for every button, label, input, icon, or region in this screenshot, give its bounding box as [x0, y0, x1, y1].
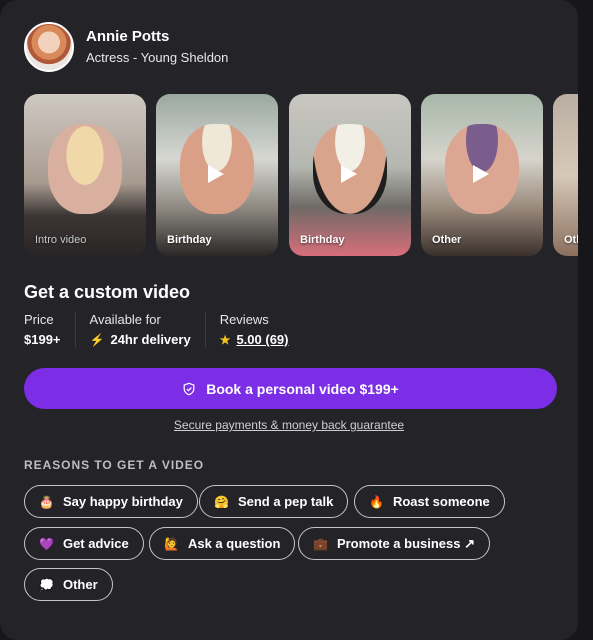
raised-hand-icon: 🙋: [164, 536, 179, 551]
talent-subtitle: Actress - Young Sheldon: [86, 49, 229, 65]
reviews-label: Reviews: [219, 312, 269, 327]
reasons-heading: REASONS TO GET A VIDEO: [24, 458, 205, 472]
thought-bubble-icon: 💭: [39, 577, 54, 592]
price-value: $199+: [24, 332, 61, 347]
video-thumb-intro[interactable]: Intro video: [24, 94, 146, 256]
video-label: Birthday: [167, 234, 212, 246]
reviews-stat: Reviews ★ 5.00 (69): [220, 312, 303, 348]
heart-icon: 💜: [39, 536, 54, 551]
offer-stats: Price $199+ Available for ⚡ 24hr deliver…: [24, 312, 317, 348]
chip-promote-business[interactable]: 💼 Promote a business ↗: [298, 527, 490, 560]
lightning-icon: ⚡: [89, 333, 105, 347]
chip-question[interactable]: 🙋 Ask a question: [149, 527, 296, 560]
chip-label: Roast someone: [392, 494, 490, 509]
chip-label: Ask a question: [187, 536, 281, 551]
talent-card: Annie Potts Actress - Young Sheldon Intr…: [0, 0, 578, 640]
chip-advice[interactable]: 💜 Get advice: [24, 527, 144, 560]
play-icon: [341, 165, 357, 183]
video-label: Other: [432, 234, 462, 246]
secure-payments-link[interactable]: Secure payments & money back guarantee: [0, 418, 578, 432]
book-video-button[interactable]: Book a personal video $199+: [24, 368, 557, 409]
video-label: Birthday: [300, 234, 345, 246]
chip-label: Say happy birthday: [62, 494, 183, 509]
video-thumb-birthday-2[interactable]: Birthday: [289, 94, 411, 256]
talent-name[interactable]: Annie Potts: [86, 28, 228, 46]
shield-icon: [183, 382, 195, 395]
briefcase-icon: 💼: [313, 536, 328, 551]
chip-label: Promote a business ↗: [336, 535, 475, 551]
avatar[interactable]: [24, 22, 74, 72]
hug-icon: 🤗: [214, 494, 229, 509]
star-icon: ★: [219, 333, 231, 347]
video-label: Oth: [564, 234, 578, 246]
chip-roast[interactable]: 🔥 Roast someone: [354, 485, 505, 518]
reviews-link[interactable]: 5.00 (69): [236, 332, 288, 348]
chip-other[interactable]: 💭 Other: [24, 568, 113, 601]
offer-title: Get a custom video: [24, 282, 191, 302]
chip-label: Get advice: [62, 536, 129, 551]
price-stat: Price $199+: [24, 312, 76, 348]
profile-header: Annie Potts Actress - Young Sheldon: [24, 22, 228, 72]
video-carousel: Intro video Birthday Birthday Other Oth: [24, 94, 578, 256]
availability-label: Available for: [89, 312, 161, 327]
play-icon: [208, 165, 224, 183]
chip-birthday[interactable]: 🎂 Say happy birthday: [24, 485, 198, 518]
video-thumb-partial[interactable]: Oth: [553, 94, 578, 256]
chip-label: Other: [62, 577, 98, 592]
chip-pep-talk[interactable]: 🤗 Send a pep talk: [199, 485, 349, 518]
price-label: Price: [24, 312, 54, 327]
fire-icon: 🔥: [369, 494, 384, 509]
delivery-stat: Available for ⚡ 24hr delivery: [90, 312, 206, 348]
video-thumb-birthday-1[interactable]: Birthday: [156, 94, 278, 256]
video-label: Intro video: [35, 234, 87, 246]
video-thumb-other[interactable]: Other: [421, 94, 543, 256]
availability-value: 24hr delivery: [110, 332, 191, 347]
birthday-cake-icon: 🎂: [39, 494, 54, 509]
chip-label: Send a pep talk: [237, 494, 334, 509]
book-button-label: Book a personal video $199+: [206, 380, 399, 397]
play-icon: [473, 165, 489, 183]
